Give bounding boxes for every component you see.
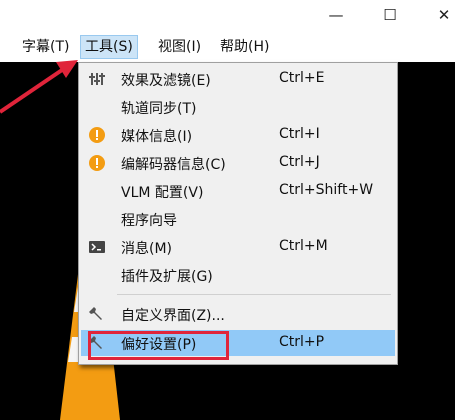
menu-item-shortcut: Ctrl+J bbox=[279, 154, 320, 170]
menu-item-label: 消息(M) bbox=[121, 241, 173, 257]
wrench-icon bbox=[89, 307, 102, 320]
menu-help[interactable]: 帮助(H) bbox=[216, 36, 273, 58]
menu-item-label: 效果及滤镜(E) bbox=[121, 73, 211, 89]
menu-item-label: VLM 配置(V) bbox=[121, 185, 204, 201]
menu-item-wizard[interactable]: 程序向导 bbox=[81, 206, 395, 232]
menu-separator bbox=[117, 294, 391, 295]
close-button[interactable]: ✕ bbox=[426, 4, 455, 26]
menu-item-plugins[interactable]: 插件及扩展(G) bbox=[81, 262, 395, 288]
title-bar: — ☐ ✕ bbox=[0, 0, 455, 32]
terminal-icon bbox=[89, 241, 105, 253]
menu-item-shortcut: Ctrl+I bbox=[279, 126, 320, 142]
menu-item-shortcut: Ctrl+E bbox=[279, 70, 325, 86]
menu-item-shortcut: Ctrl+P bbox=[279, 334, 325, 350]
menu-item-label: 媒体信息(I) bbox=[121, 129, 193, 145]
menu-item-label: 插件及扩展(G) bbox=[121, 269, 213, 285]
annotation-arrow bbox=[0, 60, 78, 114]
maximize-button[interactable]: ☐ bbox=[372, 4, 408, 26]
menu-item-label: 程序向导 bbox=[121, 213, 177, 229]
menu-item-customize-ui[interactable]: 自定义界面(Z)... bbox=[81, 301, 395, 327]
equalizer-icon bbox=[89, 73, 105, 85]
menu-item-vlm-config[interactable]: VLM 配置(V) Ctrl+Shift+W bbox=[81, 178, 395, 204]
menu-item-messages[interactable]: 消息(M) Ctrl+M bbox=[81, 234, 395, 260]
tools-dropdown-menu: 效果及滤镜(E) Ctrl+E 轨道同步(T) 媒体信息(I) Ctrl+I 编… bbox=[78, 62, 398, 365]
menu-item-label: 轨道同步(T) bbox=[121, 101, 197, 117]
minimize-button[interactable]: — bbox=[318, 4, 354, 26]
menu-item-shortcut: Ctrl+Shift+W bbox=[279, 182, 374, 198]
menu-item-codec-info[interactable]: 编解码器信息(C) Ctrl+J bbox=[81, 150, 395, 176]
menu-item-effects-filters[interactable]: 效果及滤镜(E) Ctrl+E bbox=[81, 66, 395, 92]
menu-item-track-sync[interactable]: 轨道同步(T) bbox=[81, 94, 395, 120]
annotation-highlight-box bbox=[88, 331, 229, 360]
info-icon bbox=[89, 155, 105, 171]
info-icon bbox=[89, 127, 105, 143]
menu-view[interactable]: 视图(I) bbox=[154, 36, 205, 58]
menu-item-label: 编解码器信息(C) bbox=[121, 157, 226, 173]
menu-item-shortcut: Ctrl+M bbox=[279, 238, 328, 254]
menu-item-media-info[interactable]: 媒体信息(I) Ctrl+I bbox=[81, 122, 395, 148]
menu-item-label: 自定义界面(Z)... bbox=[121, 308, 225, 324]
